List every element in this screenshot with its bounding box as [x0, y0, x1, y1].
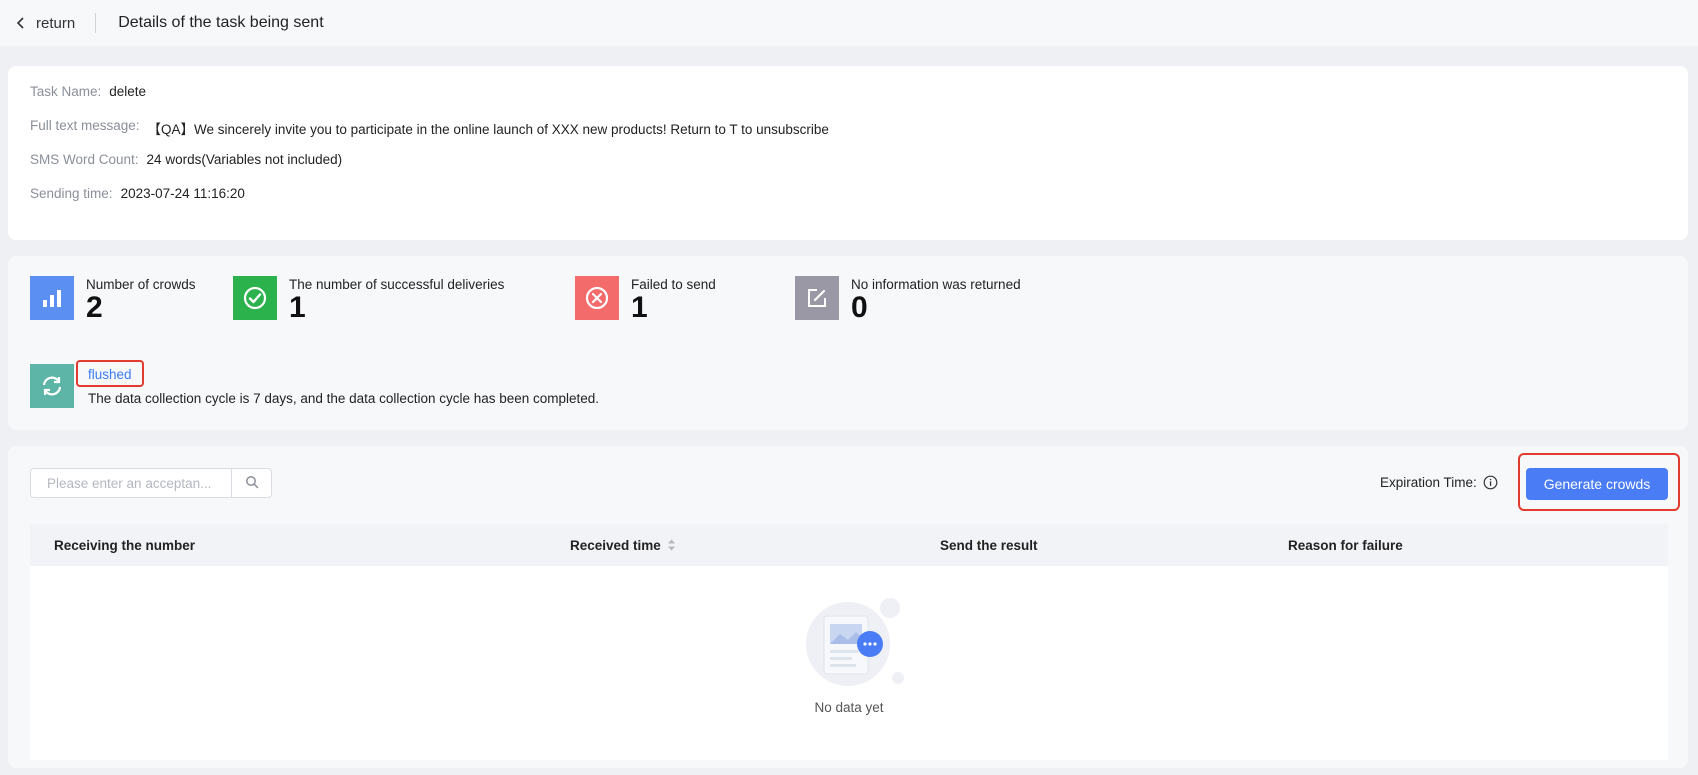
stat-value: 2 [86, 291, 103, 324]
info-icon[interactable] [1483, 475, 1498, 490]
search-box [30, 468, 272, 498]
empty-state-text: No data yet [814, 700, 884, 715]
empty-state-illustration [798, 592, 908, 692]
full-text-value: 【QA】We sincerely invite you to participa… [147, 122, 829, 137]
column-header: Reason for failure [1288, 538, 1403, 553]
flushed-status-link[interactable]: flushed [76, 360, 144, 387]
word-count-row: SMS Word Count: 24 words(Variables not i… [30, 152, 342, 167]
search-icon [245, 475, 259, 492]
stat-no-info: No information was returned 0 [795, 276, 1021, 324]
full-text-label: Full text message: [30, 118, 140, 133]
stat-label: The number of successful deliveries [289, 277, 505, 292]
back-button[interactable]: return [12, 14, 75, 32]
sending-time-value: 2023-07-24 11:16:20 [120, 186, 245, 201]
stats-card: Number of crowds 2 The number of success… [8, 256, 1688, 430]
stat-crowds: Number of crowds 2 [30, 276, 196, 324]
back-label: return [36, 14, 76, 32]
close-circle-icon [575, 276, 619, 320]
edit-icon [795, 276, 839, 320]
refresh-icon [30, 364, 74, 408]
table-header: Receiving the number Received time Send … [30, 524, 1668, 566]
word-count-label: SMS Word Count: [30, 152, 139, 167]
sort-icon[interactable] [667, 538, 676, 552]
refresh-description: The data collection cycle is 7 days, and… [88, 391, 600, 406]
stat-failed: Failed to send 1 [575, 276, 716, 324]
column-header-label: Send the result [940, 537, 1038, 553]
stat-value: 1 [289, 291, 306, 324]
chevron-left-icon [12, 14, 30, 32]
column-header-received-time[interactable]: Received time [570, 538, 676, 553]
task-name-value: delete [109, 84, 147, 99]
sending-time-label: Sending time: [30, 186, 113, 201]
page-title: Details of the task being sent [118, 14, 324, 31]
stat-value: 1 [631, 291, 648, 324]
full-text-row: Full text message: 【QA】We sincerely invi… [30, 118, 829, 138]
expiration-label: Expiration Time: [1380, 475, 1477, 490]
header-divider [95, 13, 97, 33]
top-bar: return Details of the task being sent [0, 0, 1698, 46]
sending-time-row: Sending time: 2023-07-24 11:16:20 [30, 186, 245, 201]
column-header-label: Received time [570, 537, 661, 553]
column-header-label: Receiving the number [54, 537, 196, 553]
stat-label: No information was returned [851, 277, 1021, 292]
column-header-label: Reason for failure [1288, 537, 1403, 553]
generate-crowds-button[interactable]: Generate crowds [1526, 468, 1668, 500]
task-name-label: Task Name: [30, 84, 102, 99]
bar-chart-icon [30, 276, 74, 320]
stat-value: 0 [851, 291, 868, 324]
result-list-card: Expiration Time: Generate crowds Receivi… [8, 446, 1688, 768]
stat-label: Number of crowds [86, 277, 196, 292]
word-count-value: 24 words(Variables not included) [146, 152, 343, 167]
column-header: Send the result [940, 538, 1038, 553]
column-header: Receiving the number [54, 538, 195, 553]
stat-successful: The number of successful deliveries 1 [233, 276, 504, 324]
table-body: No data yet [30, 566, 1668, 760]
task-info-card: Task Name: delete Full text message: 【QA… [8, 66, 1688, 240]
flushed-status-label: flushed [88, 367, 132, 382]
check-circle-icon [233, 276, 277, 320]
refresh-status: flushed The data collection cycle is 7 d… [30, 360, 600, 408]
search-button[interactable] [231, 469, 271, 497]
stat-label: Failed to send [631, 277, 716, 292]
task-name-row: Task Name: delete [30, 84, 146, 99]
expiration-time: Expiration Time: [1380, 475, 1498, 490]
search-input[interactable] [31, 469, 231, 497]
